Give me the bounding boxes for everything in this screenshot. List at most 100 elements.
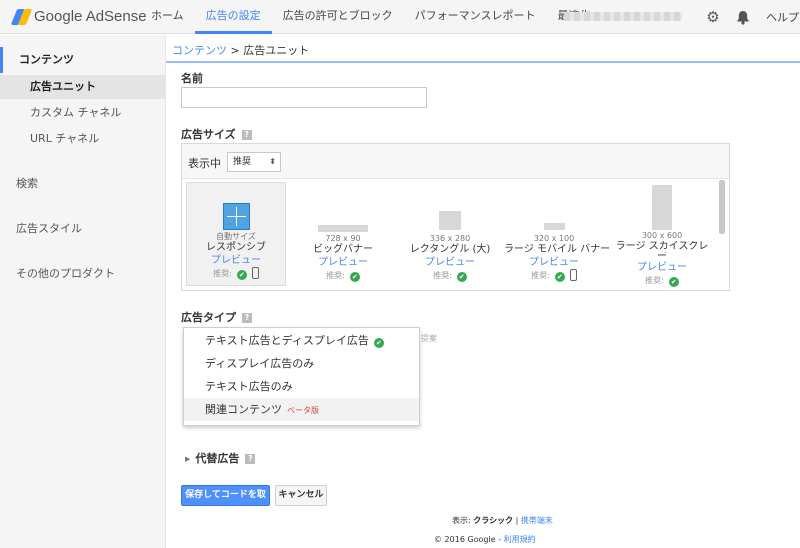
check-icon: ✔ [349, 272, 360, 282]
account-email-blurred[interactable] [564, 12, 682, 21]
ad-size-label: 広告サイズ? [181, 126, 252, 142]
beta-badge: ベータ版 [287, 406, 319, 415]
size-thumbnail [439, 211, 461, 230]
breadcrumb-separator: > [230, 44, 240, 57]
breadcrumb-divider [166, 61, 800, 63]
cancel-button[interactable]: キャンセル [275, 485, 327, 506]
ad-type-label: 広告タイプ? [181, 309, 252, 325]
name-input[interactable] [181, 87, 427, 108]
main-nav: ホーム 広告の設定 広告の許可とブロック パフォーマンスレポート 最適化 [140, 0, 601, 34]
mobile-phone-icon [251, 267, 259, 279]
size-name: レクタングル (大) [409, 244, 491, 255]
check-icon: ✔ [236, 270, 247, 280]
size-dimensions: 自動サイズ [216, 232, 256, 241]
ad-size-filter-bar: 表示中 推奨 ⬍ [182, 144, 729, 179]
ad-type-option-matched-content[interactable]: 関連コンテンツ ベータ版 [184, 398, 419, 421]
save-and-get-code-button[interactable]: 保存してコードを取得 [181, 485, 270, 519]
sidebar-item-other-products[interactable]: その他のプロダクト [0, 262, 166, 286]
brand-name: Google AdSense [34, 8, 147, 25]
help-icon[interactable]: ? [245, 454, 256, 464]
classic-view-label: クラシック [473, 516, 514, 525]
ad-type-option-display-only[interactable]: ディスプレイ広告のみ [184, 352, 419, 375]
size-name: ビッグバナー [313, 244, 373, 255]
size-name: ラージ モバイル バナー [504, 244, 611, 255]
size-card-half-page[interactable]: 300 x 600 ラージ スカイスクレイパー ー プレビュー 推奨:✔ [612, 182, 712, 288]
show-filter-select[interactable]: 推奨 ⬍ [227, 152, 281, 172]
mobile-phone-icon [569, 269, 577, 281]
name-label: 名前 [181, 72, 203, 85]
sidebar-item-ad-style[interactable]: 広告スタイル [0, 217, 166, 241]
recommended-row: 推奨: ✔ [400, 269, 500, 283]
breadcrumb-content-link[interactable]: コンテンツ [172, 44, 227, 57]
size-list-scrollbar[interactable] [719, 180, 725, 234]
size-dimensions: 320 x 100 [533, 234, 575, 243]
recommended-label: 推奨: [326, 271, 345, 280]
help-icon[interactable]: ? [241, 130, 252, 140]
check-icon: ✔ [456, 272, 467, 282]
recommended-label: 推奨: [645, 276, 664, 285]
sidebar-item-ad-units[interactable]: 広告ユニット [0, 75, 166, 99]
check-icon: ✔ [373, 338, 384, 348]
recommended-row: 推奨: ✔ [504, 269, 604, 283]
copyright-text: © 2016 Google - [434, 535, 502, 544]
size-name-overflow: ー [657, 251, 667, 262]
ad-type-dropdown[interactable]: テキスト広告とディスプレイ広告 ✔ ディスプレイ広告のみ テキスト広告のみ 関連コ… [183, 327, 420, 426]
size-thumbnail [318, 225, 368, 232]
breadcrumb-current: 広告ユニット [243, 44, 310, 57]
view-switcher: 表示: クラシック | 携帯端末 [452, 515, 553, 526]
nav-home[interactable]: ホーム [140, 0, 195, 34]
check-icon: ✔ [668, 277, 679, 287]
size-card-leaderboard[interactable]: 728 x 90 ビッグバナー プレビュー 推奨: ✔ [293, 182, 393, 286]
sidebar: コンテンツ 広告ユニット カスタム チャネル URL チャネル 検索 広告スタイ… [0, 35, 166, 548]
preview-link[interactable]: プレビュー [187, 254, 285, 267]
ad-type-option-text-only[interactable]: テキスト広告のみ [184, 375, 419, 398]
nav-allow-block[interactable]: 広告の許可とブロック [272, 0, 404, 34]
ad-size-label-text: 広告サイズ [181, 128, 236, 141]
view-label: 表示: [452, 516, 471, 525]
select-arrows-icon: ⬍ [269, 157, 276, 166]
recommended-label: 推奨: [213, 269, 232, 278]
sidebar-item-search[interactable]: 検索 [0, 172, 166, 196]
gear-icon[interactable]: ⚙ [703, 7, 723, 27]
option-label: テキスト広告とディスプレイ広告 [205, 334, 369, 347]
size-thumbnail [652, 185, 672, 230]
adsense-logo-icon [10, 8, 33, 25]
recommended-row: 推奨: ✔ [612, 274, 712, 288]
check-icon: ✔ [554, 272, 565, 282]
size-dimensions: 300 x 600 [641, 231, 683, 240]
option-label: 関連コンテンツ [205, 403, 282, 416]
ad-type-hint-fragment: 提案 [421, 334, 437, 343]
size-card-large-mobile-banner[interactable]: 320 x 100 ラージ モバイル バナー プレビュー 推奨: ✔ [504, 182, 611, 286]
sidebar-item-url-channels[interactable]: URL チャネル [0, 127, 166, 151]
recommended-label: 推奨: [433, 271, 452, 280]
size-card-large-rectangle[interactable]: 336 x 280 レクタングル (大) プレビュー 推奨: ✔ [400, 182, 500, 286]
alternate-ads-label: 代替広告 [195, 452, 240, 465]
preview-link[interactable]: プレビュー [400, 256, 500, 269]
adsense-logo[interactable]: Google AdSense [10, 8, 147, 25]
ad-size-picker: 表示中 推奨 ⬍ 自動サイズ レスポンシブ プレビュー 推奨: ✔ 728 x 9… [181, 143, 730, 291]
copyright-footer: © 2016 Google - 利用規約 [434, 534, 536, 545]
footer-separator: | [515, 516, 519, 525]
terms-link[interactable]: 利用規約 [504, 535, 536, 544]
sidebar-item-custom-channels[interactable]: カスタム チャネル [0, 101, 166, 125]
preview-link[interactable]: プレビュー [612, 261, 712, 274]
mobile-view-link[interactable]: 携帯端末 [521, 516, 553, 525]
preview-link[interactable]: プレビュー [293, 256, 393, 269]
preview-link[interactable]: プレビュー [504, 256, 604, 269]
size-card-responsive[interactable]: 自動サイズ レスポンシブ プレビュー 推奨: ✔ [186, 182, 286, 286]
ad-type-option-text-and-display[interactable]: テキスト広告とディスプレイ広告 ✔ [184, 329, 419, 352]
alternate-ads-toggle[interactable]: ▶ 代替広告? [185, 450, 256, 466]
bell-icon[interactable] [733, 7, 753, 27]
nav-ad-settings[interactable]: 広告の設定 [194, 0, 272, 34]
size-dimensions: 336 x 280 [429, 234, 471, 243]
size-thumbnail [543, 223, 565, 230]
help-icon[interactable]: ? [242, 313, 252, 323]
show-label: 表示中 [188, 157, 221, 170]
resize-arrows-icon [222, 203, 250, 230]
sidebar-item-content[interactable]: コンテンツ [0, 47, 166, 73]
top-bar: Google AdSense ホーム 広告の設定 広告の許可とブロック パフォー… [0, 0, 800, 34]
nav-performance-reports[interactable]: パフォーマンスレポート [404, 0, 547, 34]
expand-triangle-icon: ▶ [185, 455, 191, 463]
help-link[interactable]: ヘルプ [766, 9, 799, 25]
size-dimensions: 728 x 90 [325, 234, 361, 243]
